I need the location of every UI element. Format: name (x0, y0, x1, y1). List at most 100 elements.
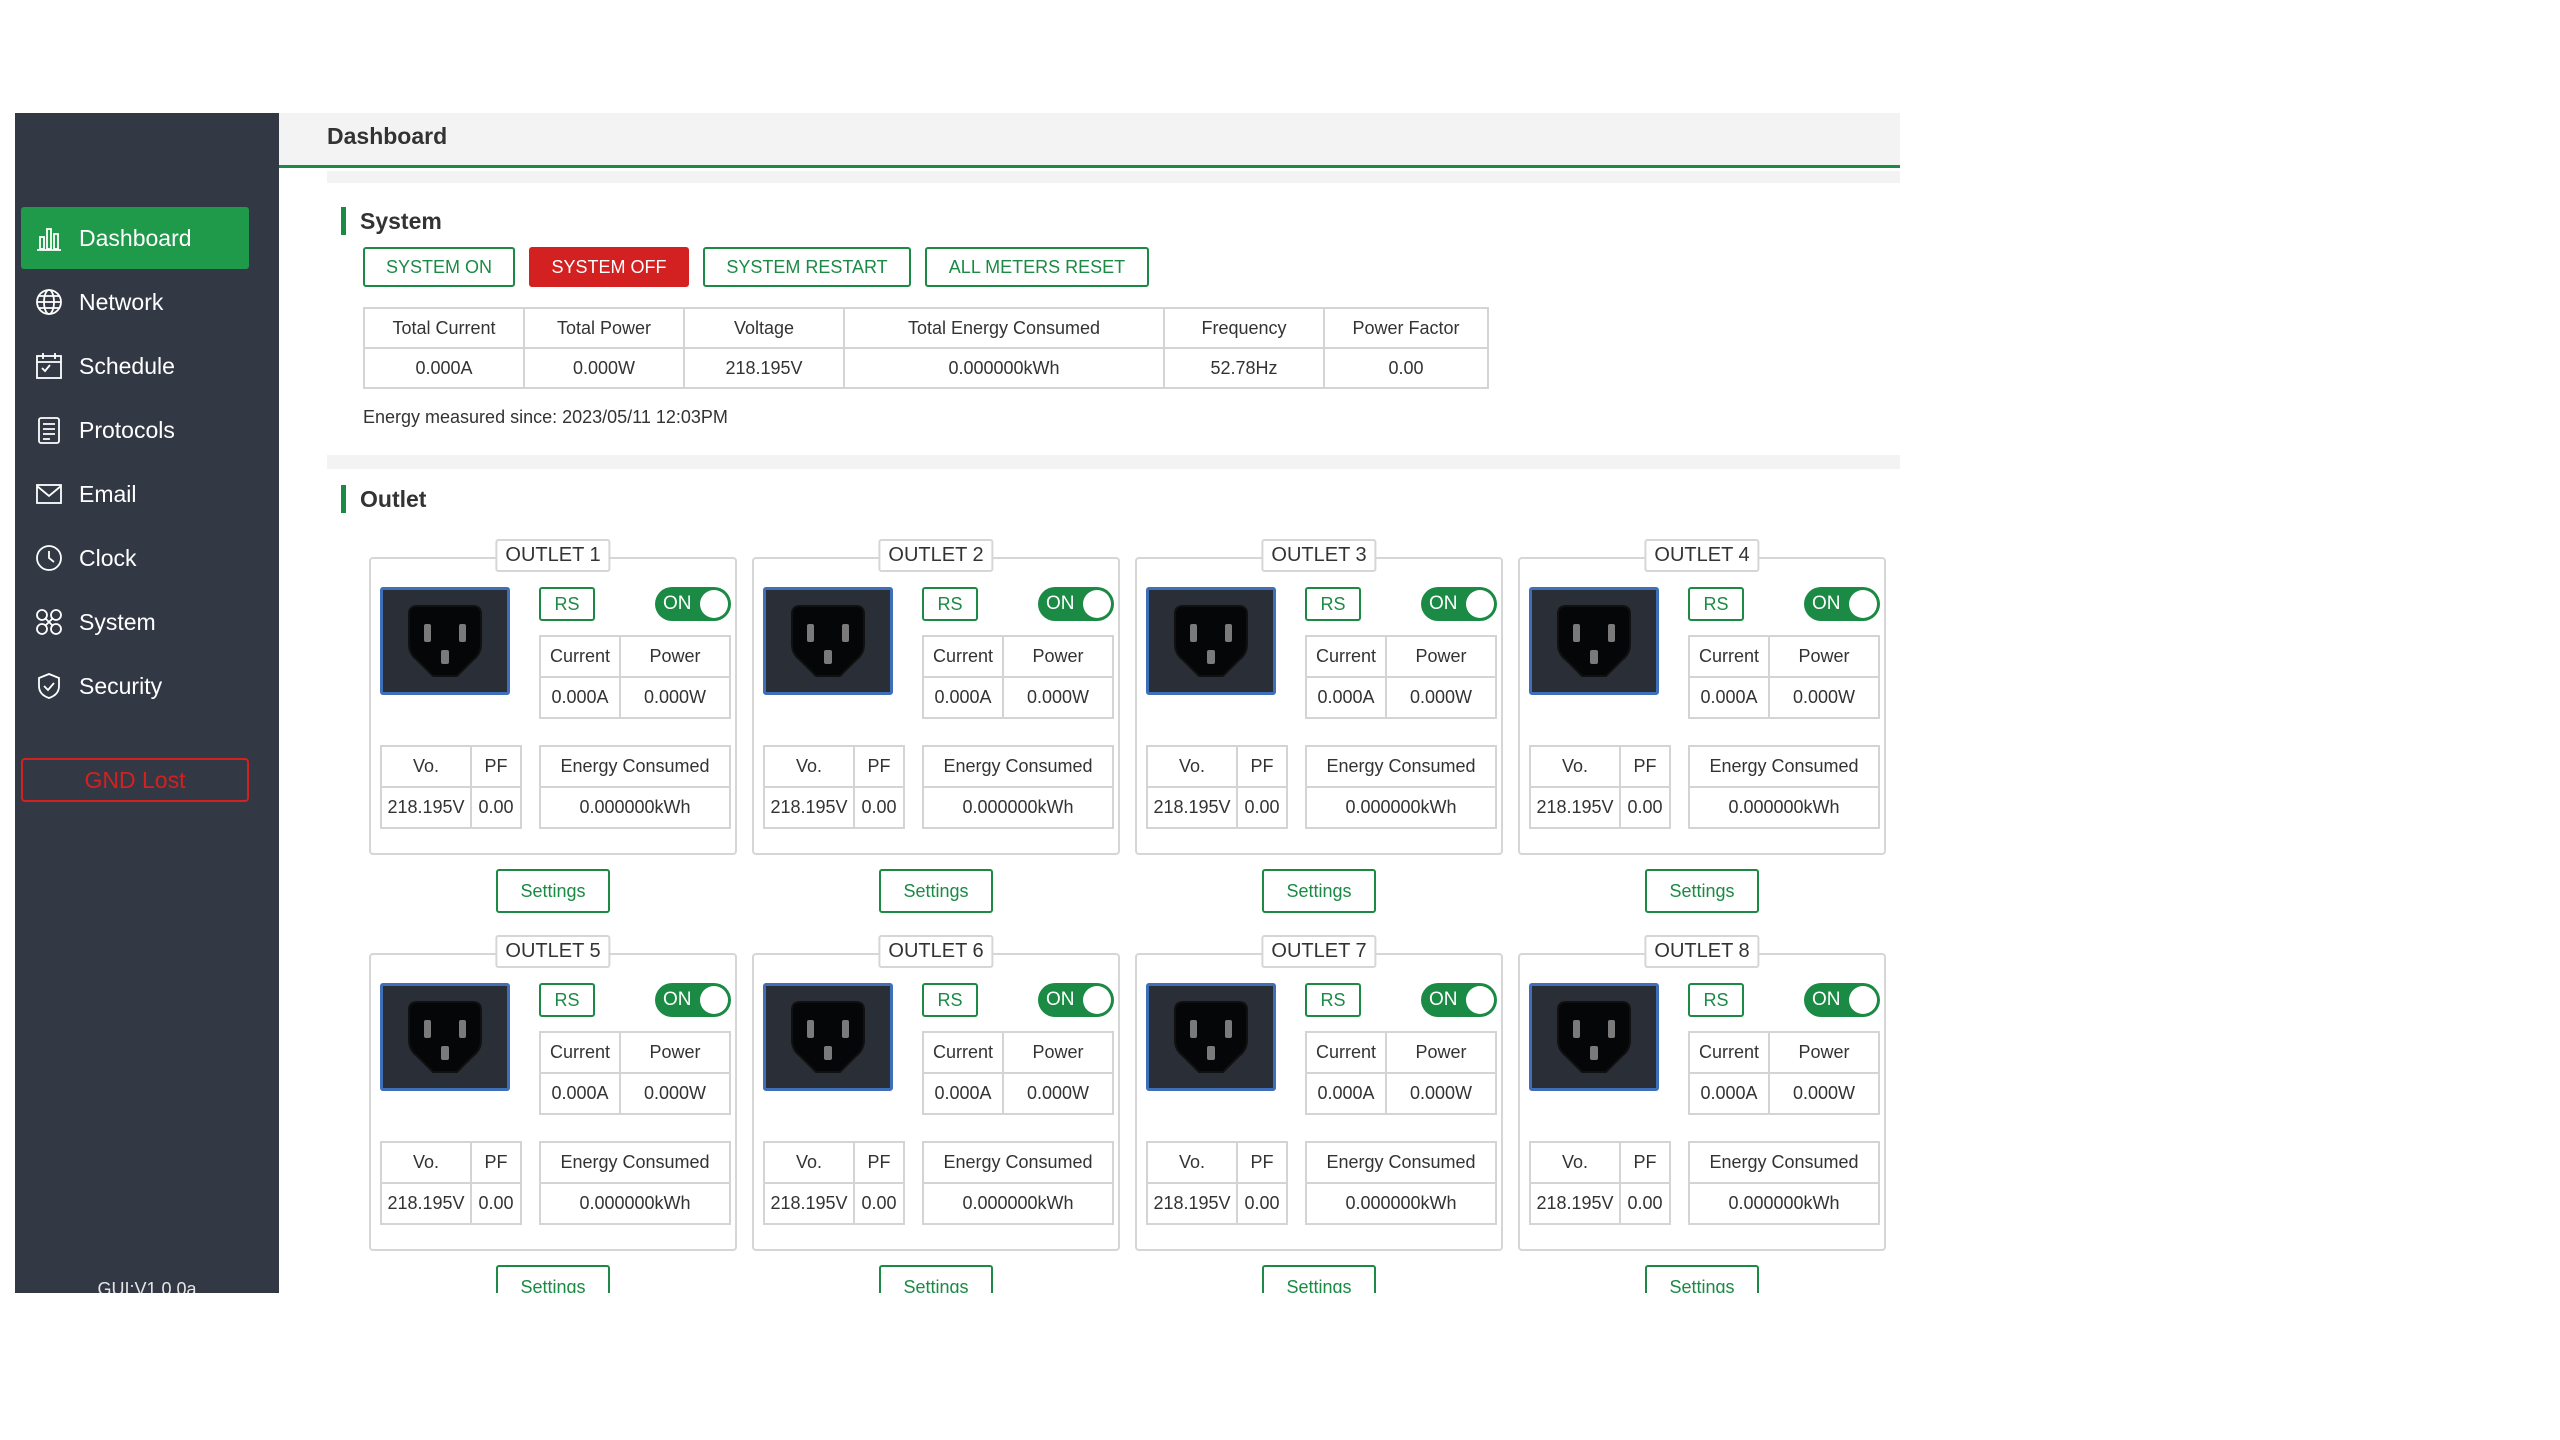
outlet-title: OUTLET 1 (495, 539, 611, 572)
system-restart-button[interactable]: SYSTEM RESTART (703, 247, 911, 287)
sidebar-item-network[interactable]: Network (21, 271, 249, 333)
outlet-settings-button-7[interactable]: Settings (1262, 1265, 1376, 1293)
table-header: Energy Consumed (922, 1141, 1114, 1184)
outlet-reset-button[interactable]: RS (1688, 587, 1744, 621)
outlet-current-value: 0.000A (539, 676, 621, 719)
table-header: Power (619, 635, 731, 678)
outlet-energy-table: Energy Consumed 0.000000kWh (1688, 1141, 1880, 1225)
sidebar-item-label: Security (79, 672, 163, 699)
outlet-voltage-pf-table: Vo. PF 218.195V 0.00 (1146, 1141, 1288, 1225)
outlet-current-power-table: Current Power 0.000A 0.000W (539, 1031, 731, 1115)
power-socket-icon (380, 587, 510, 695)
outlet-power-toggle[interactable]: ON (1038, 587, 1114, 621)
clock-icon (33, 542, 65, 574)
outlet-settings-button-3[interactable]: Settings (1262, 869, 1376, 913)
sidebar-item-schedule[interactable]: Schedule (21, 335, 249, 397)
outlet-power-toggle[interactable]: ON (1038, 983, 1114, 1017)
outlet-settings-button-6[interactable]: Settings (879, 1265, 993, 1293)
outlet-power-toggle[interactable]: ON (655, 587, 731, 621)
outlet-settings-button-4[interactable]: Settings (1645, 869, 1759, 913)
sidebar-item-security[interactable]: Security (21, 655, 249, 717)
outlet-reset-button[interactable]: RS (1305, 983, 1361, 1017)
outlet-reset-button[interactable]: RS (539, 587, 595, 621)
table-header: Vo. (1146, 745, 1238, 788)
total-current-value: 0.000A (363, 347, 525, 389)
table-header: Current (1688, 1031, 1770, 1074)
outlet-pf-value: 0.00 (853, 786, 905, 829)
version-label: GUI:V1.0.0a (97, 1279, 197, 1293)
table-header: Energy Consumed (1305, 1141, 1497, 1184)
sidebar-item-protocols[interactable]: Protocols (21, 399, 249, 461)
outlet-energy-value: 0.000000kWh (539, 786, 731, 829)
outlet-voltage-pf-table: Vo. PF 218.195V 0.00 (380, 745, 522, 829)
outlet-power-toggle[interactable]: ON (1421, 587, 1497, 621)
outlet-card-8: OUTLET 8 RS ON Current Power 0.000A 0.000W Vo. P… (1518, 935, 1886, 1251)
system-panel: System SYSTEM ON SYSTEM OFF SYSTEM RESTA… (327, 183, 1900, 455)
table-row: 0.000A 0.000W 218.195V 0.000000kWh 52.78… (363, 347, 1489, 389)
outlet-settings-button-8[interactable]: Settings (1645, 1265, 1759, 1293)
outlet-settings-button-1[interactable]: Settings (496, 869, 610, 913)
power-socket-icon (763, 983, 893, 1091)
outlet-title: OUTLET 6 (878, 935, 994, 968)
outlet-settings-button-5[interactable]: Settings (496, 1265, 610, 1293)
table-header: Voltage (683, 307, 845, 349)
outlet-section-title: Outlet (341, 485, 426, 513)
table-header: PF (1236, 745, 1288, 788)
outlet-reset-button[interactable]: RS (539, 983, 595, 1017)
table-header: Current (1305, 1031, 1387, 1074)
total-power-value: 0.000W (523, 347, 685, 389)
outlet-current-power-table: Current Power 0.000A 0.000W (1305, 1031, 1497, 1115)
sidebar-item-clock[interactable]: Clock (21, 527, 249, 589)
sidebar-item-label: Clock (79, 544, 137, 571)
sidebar-item-label: Email (79, 480, 137, 507)
outlet-energy-table: Energy Consumed 0.000000kWh (1305, 1141, 1497, 1225)
power-factor-value: 0.00 (1323, 347, 1489, 389)
main-content: Dashboard System SYSTEM ON SYSTEM OFF SY… (279, 113, 1900, 1293)
table-header: Frequency (1163, 307, 1325, 349)
outlet-reset-button[interactable]: RS (1688, 983, 1744, 1017)
table-header: Vo. (380, 745, 472, 788)
outlet-power-value: 0.000W (1768, 1072, 1880, 1115)
table-header: Total Current (363, 307, 525, 349)
all-meters-reset-button[interactable]: ALL METERS RESET (925, 247, 1149, 287)
outlet-pf-value: 0.00 (853, 1182, 905, 1225)
outlet-card-5: OUTLET 5 RS ON Current Power 0.000A 0.000W Vo. P… (369, 935, 737, 1251)
outlet-pf-value: 0.00 (1236, 786, 1288, 829)
table-header: Energy Consumed (1305, 745, 1497, 788)
outlet-power-toggle[interactable]: ON (1804, 983, 1880, 1017)
sidebar-nav: Dashboard Network Schedule Protocols Ema… (21, 207, 249, 719)
table-header: Vo. (1529, 745, 1621, 788)
sidebar-item-dashboard[interactable]: Dashboard (21, 207, 249, 269)
system-icon (33, 606, 65, 638)
system-off-button[interactable]: SYSTEM OFF (529, 247, 689, 287)
outlet-reset-button[interactable]: RS (922, 983, 978, 1017)
outlet-settings-button-2[interactable]: Settings (879, 869, 993, 913)
table-header: Energy Consumed (1688, 1141, 1880, 1184)
outlet-voltage-value: 218.195V (1529, 1182, 1621, 1225)
outlet-current-power-table: Current Power 0.000A 0.000W (1305, 635, 1497, 719)
table-header: PF (853, 1141, 905, 1184)
toggle-knob (1083, 986, 1111, 1014)
toggle-knob (1849, 986, 1877, 1014)
outlet-power-value: 0.000W (619, 1072, 731, 1115)
sidebar-item-label: Schedule (79, 352, 175, 379)
outlet-reset-button[interactable]: RS (1305, 587, 1361, 621)
table-header: Vo. (763, 745, 855, 788)
sidebar-item-email[interactable]: Email (21, 463, 249, 525)
outlet-power-toggle[interactable]: ON (1421, 983, 1497, 1017)
system-on-button[interactable]: SYSTEM ON (363, 247, 515, 287)
outlet-voltage-pf-table: Vo. PF 218.195V 0.00 (1529, 1141, 1671, 1225)
outlet-power-value: 0.000W (619, 676, 731, 719)
table-header: Power (1002, 1031, 1114, 1074)
outlet-current-power-table: Current Power 0.000A 0.000W (539, 635, 731, 719)
toggle-knob (1083, 590, 1111, 618)
outlet-power-toggle[interactable]: ON (655, 983, 731, 1017)
sidebar-item-system[interactable]: System (21, 591, 249, 653)
table-header: Current (539, 1031, 621, 1074)
toggle-state-label: ON (663, 593, 692, 614)
table-header: Energy Consumed (539, 1141, 731, 1184)
outlet-reset-button[interactable]: RS (922, 587, 978, 621)
outlet-power-toggle[interactable]: ON (1804, 587, 1880, 621)
outlet-current-power-table: Current Power 0.000A 0.000W (922, 635, 1114, 719)
page-header: Dashboard (279, 113, 1900, 168)
